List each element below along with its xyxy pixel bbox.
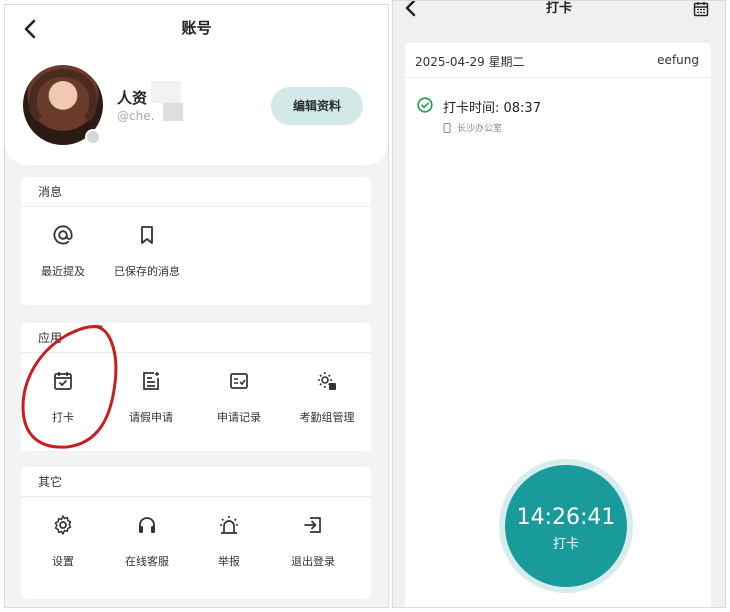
screenshot-stage: 账号 人资 @che. 编辑资料 消息 最近提及 已保存的消息 应用 打卡 请假… xyxy=(0,0,730,612)
at-icon xyxy=(51,223,75,247)
redacted-block xyxy=(163,103,183,121)
date-label: 2025-04-29 星期二 xyxy=(415,55,525,69)
page-title: 账号 xyxy=(181,19,212,37)
menu-item-label: 已保存的消息 xyxy=(114,265,180,278)
phone-icon xyxy=(443,123,451,133)
punch-header: 打卡 xyxy=(393,1,725,27)
divider xyxy=(405,77,711,78)
alarm-icon xyxy=(217,513,241,537)
menu-item-saved-messages[interactable]: 已保存的消息 xyxy=(105,207,189,305)
profile-header: 账号 人资 @che. 编辑资料 xyxy=(5,5,388,165)
redacted-block xyxy=(151,81,181,103)
user-handle: @che. xyxy=(117,109,155,123)
section-title: 消息 xyxy=(21,177,371,207)
menu-item-recent-mentions[interactable]: 最近提及 xyxy=(21,207,105,305)
punch-panel: 打卡 2025-04-29 星期二 eefung 打卡时间: 08:37 长沙办… xyxy=(392,0,726,608)
menu-item-online-support[interactable]: 在线客服 xyxy=(105,497,189,595)
menu-item-label: 最近提及 xyxy=(41,265,85,278)
attendance-group-icon xyxy=(315,369,339,393)
menu-item-label: 在线客服 xyxy=(125,555,169,568)
leave-request-icon xyxy=(139,369,163,393)
bookmark-icon xyxy=(135,223,159,247)
punch-clock-button[interactable]: 14:26:41 打卡 xyxy=(505,465,627,587)
punch-time: 打卡时间: 08:37 xyxy=(443,101,541,116)
check-circle-icon xyxy=(417,97,433,113)
headset-icon xyxy=(135,513,159,537)
status-dot xyxy=(85,129,101,145)
gear-icon xyxy=(51,513,75,537)
account-panel: 账号 人资 @che. 编辑资料 消息 最近提及 已保存的消息 应用 打卡 请假… xyxy=(4,4,389,608)
menu-item-logout[interactable]: 退出登录 xyxy=(271,497,355,595)
calendar-icon[interactable] xyxy=(693,1,709,17)
other-section: 其它 设置 在线客服 举报 退出登录 xyxy=(21,467,371,599)
logout-icon xyxy=(301,513,325,537)
menu-item-report[interactable]: 举报 xyxy=(187,497,271,595)
section-title: 其它 xyxy=(21,467,371,497)
menu-item-settings[interactable]: 设置 xyxy=(21,497,105,595)
punch-card: 2025-04-29 星期二 eefung 打卡时间: 08:37 长沙办公室 … xyxy=(405,43,711,607)
menu-item-label: 退出登录 xyxy=(291,555,335,568)
red-annotation-circle xyxy=(21,325,118,449)
menu-item-attendance-group[interactable]: 考勤组管理 xyxy=(285,353,369,451)
clock-label: 打卡 xyxy=(552,537,579,552)
application-record-icon xyxy=(227,369,251,393)
clock-time: 14:26:41 xyxy=(516,505,616,530)
menu-item-application-records[interactable]: 申请记录 xyxy=(197,353,281,451)
messages-section: 消息 最近提及 已保存的消息 xyxy=(21,177,371,305)
user-label: eefung xyxy=(657,53,699,67)
punch-location: 长沙办公室 xyxy=(457,124,503,134)
user-name: 人资 xyxy=(117,89,148,107)
menu-item-label: 考勤组管理 xyxy=(299,411,355,424)
menu-item-label: 举报 xyxy=(218,555,240,568)
page-title: 打卡 xyxy=(545,1,572,16)
edit-profile-button[interactable]: 编辑资料 xyxy=(271,87,363,125)
menu-item-label: 设置 xyxy=(52,555,74,568)
menu-item-label: 申请记录 xyxy=(217,411,261,424)
